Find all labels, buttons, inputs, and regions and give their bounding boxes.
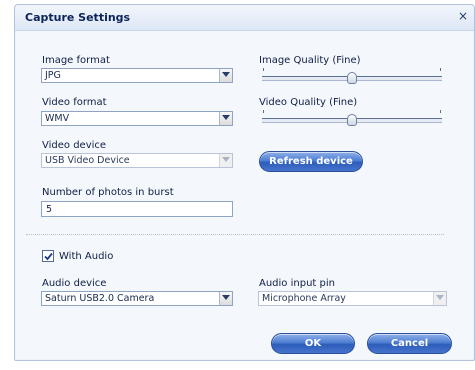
video-format-select[interactable]: WMV [41, 111, 233, 126]
image-quality-label: Image Quality (Fine) [259, 55, 361, 66]
chevron-down-icon[interactable] [219, 292, 232, 305]
slider-tick [440, 68, 441, 71]
cancel-button[interactable]: Cancel [367, 333, 452, 354]
title-bar: Capture Settings × [15, 5, 474, 31]
video-device-select[interactable]: USB Video Device [41, 153, 233, 168]
burst-count-input[interactable] [41, 201, 236, 217]
chevron-down-icon[interactable] [219, 112, 232, 125]
chevron-down-icon[interactable] [219, 69, 232, 82]
video-quality-slider[interactable] [262, 108, 442, 128]
with-audio-label[interactable]: With Audio [59, 251, 113, 262]
image-format-select[interactable]: JPG [41, 68, 233, 83]
ok-button[interactable]: OK [271, 333, 355, 354]
checkmark-icon [44, 252, 53, 261]
slider-thumb[interactable] [347, 114, 357, 126]
slider-tick [440, 110, 441, 113]
slider-tick [263, 68, 264, 71]
close-icon[interactable]: × [458, 9, 468, 23]
video-device-label: Video device [42, 140, 107, 151]
audio-input-pin-value: Microphone Array [262, 293, 346, 304]
image-quality-slider[interactable] [262, 66, 442, 86]
burst-count-field[interactable] [42, 202, 236, 216]
chevron-down-icon[interactable] [433, 292, 446, 305]
audio-device-value: Saturn USB2.0 Camera [45, 293, 155, 304]
image-format-label: Image format [42, 55, 110, 66]
section-divider [26, 234, 444, 235]
audio-device-label: Audio device [42, 278, 107, 289]
refresh-device-button[interactable]: Refresh device [259, 151, 363, 172]
burst-label: Number of photos in burst [42, 187, 174, 198]
audio-input-pin-select[interactable]: Microphone Array [258, 291, 447, 306]
chevron-down-icon[interactable] [219, 154, 232, 167]
with-audio-checkbox[interactable] [42, 250, 54, 262]
audio-device-select[interactable]: Saturn USB2.0 Camera [41, 291, 233, 306]
slider-tick [263, 110, 264, 113]
video-format-label: Video format [42, 97, 107, 108]
slider-thumb[interactable] [347, 72, 357, 84]
dialog-title: Capture Settings [25, 11, 131, 24]
audio-input-pin-label: Audio input pin [259, 278, 335, 289]
video-format-value: WMV [45, 113, 70, 124]
video-quality-label: Video Quality (Fine) [259, 97, 358, 108]
video-device-value: USB Video Device [45, 155, 130, 166]
image-format-value: JPG [45, 70, 61, 81]
